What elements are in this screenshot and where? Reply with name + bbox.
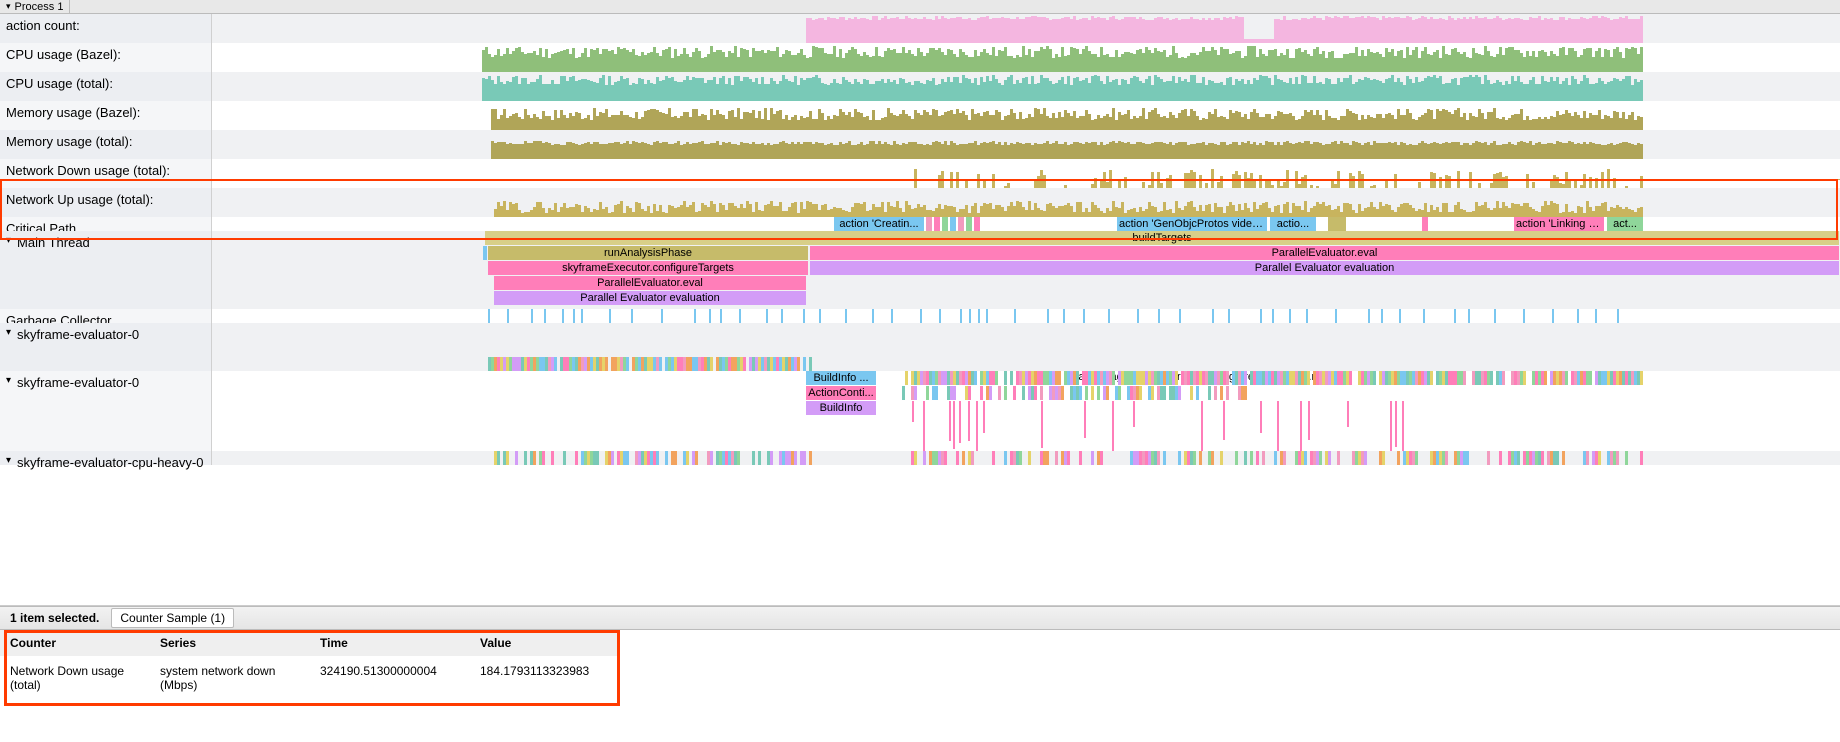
track-lane[interactable]: BuildInfo ... ActionConti... BuildInfo s… xyxy=(212,371,1840,451)
track-label: ▾ skyframe-evaluator-0 xyxy=(0,323,212,371)
critpath-seg[interactable]: actio... xyxy=(1270,217,1316,231)
critpath-seg[interactable]: action 'GenObjcProtos video/... xyxy=(1117,217,1267,231)
track-label: action count: xyxy=(0,14,212,43)
critpath-seg[interactable] xyxy=(926,217,932,231)
track-mem-total[interactable]: Memory usage (total): xyxy=(0,130,1840,159)
track-main-thread[interactable]: ▾ Main Thread buildTargets runAnalysisPh… xyxy=(0,231,1840,309)
detail-cell-series: system network down (Mbps) xyxy=(150,656,310,700)
critpath-seg[interactable] xyxy=(966,217,972,231)
chevron-down-icon[interactable]: ▾ xyxy=(6,327,11,338)
track-label: Memory usage (total): xyxy=(0,130,212,159)
detail-header-value[interactable]: Value xyxy=(470,630,620,656)
critpath-seg[interactable] xyxy=(942,217,948,231)
track-label: Network Down usage (total): xyxy=(0,159,212,188)
timeline-panel[interactable]: action count: CPU usage (Bazel): CPU usa… xyxy=(0,14,1840,606)
detail-header-time[interactable]: Time xyxy=(310,630,470,656)
track-lane[interactable] xyxy=(212,451,1840,465)
track-label: Network Up usage (total): xyxy=(0,188,212,217)
track-critical-path[interactable]: Critical Path action 'Creatin... action … xyxy=(0,217,1840,231)
track-lane[interactable] xyxy=(212,188,1840,217)
track-mem-bazel[interactable]: Memory usage (Bazel): xyxy=(0,101,1840,130)
sky-seg[interactable]: BuildInfo xyxy=(806,401,876,415)
main-seg-runanalysis[interactable]: runAnalysisPhase xyxy=(488,246,808,260)
track-sky0b[interactable]: ▾ skyframe-evaluator-0 BuildInfo ... Act… xyxy=(0,371,1840,451)
critpath-seg[interactable] xyxy=(934,217,940,231)
main-seg-pareval2[interactable]: ParallelEvaluator.eval xyxy=(494,276,806,290)
track-label: CPU usage (Bazel): xyxy=(0,43,212,72)
detail-cell-value: 184.1793113323983 xyxy=(470,656,620,700)
track-lane[interactable] xyxy=(212,323,1840,371)
track-gc[interactable]: Garbage Collector xyxy=(0,309,1840,323)
main-seg-skyconfigure[interactable]: skyframeExecutor.configureTargets xyxy=(488,261,808,275)
track-action-count[interactable]: action count: xyxy=(0,14,1840,43)
track-label: ▾ skyframe-evaluator-0 xyxy=(0,371,212,451)
detail-cell-time: 324190.51300000004 xyxy=(310,656,470,700)
critpath-seg[interactable] xyxy=(1328,217,1346,231)
track-net-down[interactable]: Network Down usage (total): xyxy=(0,159,1840,188)
selection-summary: 1 item selected. xyxy=(10,611,99,625)
detail-row[interactable]: Network Down usage (total) system networ… xyxy=(0,656,620,700)
main-seg-parevaleval2[interactable]: Parallel Evaluator evaluation xyxy=(494,291,806,305)
track-cpu-total[interactable]: CPU usage (total): xyxy=(0,72,1840,101)
main-seg-parevaleval[interactable]: Parallel Evaluator evaluation xyxy=(810,261,1839,275)
process-tab-label: Process 1 xyxy=(15,1,64,13)
detail-header-counter[interactable]: Counter xyxy=(0,630,150,656)
main-seg-pareval[interactable]: ParallelEvaluator.eval xyxy=(810,246,1839,260)
critpath-seg[interactable] xyxy=(958,217,964,231)
detail-panel: Counter Series Time Value Network Down u… xyxy=(0,630,1840,700)
track-lane[interactable] xyxy=(212,72,1840,101)
track-cpu-bazel[interactable]: CPU usage (Bazel): xyxy=(0,43,1840,72)
track-lane[interactable] xyxy=(212,309,1840,323)
critpath-seg[interactable]: action 'Linking go... xyxy=(1514,217,1604,231)
detail-cell-counter: Network Down usage (total) xyxy=(0,656,150,700)
track-lane[interactable] xyxy=(212,159,1840,188)
track-net-up[interactable]: Network Up usage (total): xyxy=(0,188,1840,217)
main-seg-buildtargets[interactable]: buildTargets xyxy=(485,231,1839,245)
chevron-down-icon[interactable]: ▾ xyxy=(6,375,11,386)
counter-sample-tab[interactable]: Counter Sample (1) xyxy=(111,608,234,628)
detail-table: Counter Series Time Value Network Down u… xyxy=(0,630,620,700)
critpath-seg[interactable]: action 'Creatin... xyxy=(834,217,924,231)
chevron-down-icon[interactable]: ▾ xyxy=(6,235,11,246)
track-label: ▾ Main Thread xyxy=(0,231,212,309)
critpath-seg[interactable] xyxy=(974,217,980,231)
critpath-seg[interactable] xyxy=(1422,217,1428,231)
critpath-seg[interactable] xyxy=(950,217,956,231)
selection-bar: 1 item selected. Counter Sample (1) xyxy=(0,606,1840,630)
track-lane[interactable] xyxy=(212,130,1840,159)
critpath-seg[interactable]: act... xyxy=(1607,217,1643,231)
track-sky-cpu[interactable]: ▾ skyframe-evaluator-cpu-heavy-0 xyxy=(0,451,1840,465)
chevron-down-icon[interactable]: ▾ xyxy=(6,455,11,466)
process-tab[interactable]: ▾ Process 1 xyxy=(0,0,70,13)
detail-header-series[interactable]: Series xyxy=(150,630,310,656)
process-tabbar[interactable]: ▾ Process 1 xyxy=(0,0,1840,14)
track-lane[interactable]: buildTargets runAnalysisPhase ParallelEv… xyxy=(212,231,1840,309)
track-lane[interactable] xyxy=(212,43,1840,72)
track-label: Memory usage (Bazel): xyxy=(0,101,212,130)
track-lane[interactable]: action 'Creatin... action 'GenObjcProtos… xyxy=(212,217,1840,231)
track-sky0a[interactable]: ▾ skyframe-evaluator-0 xyxy=(0,323,1840,371)
track-lane[interactable] xyxy=(212,101,1840,130)
chevron-down-icon: ▾ xyxy=(6,1,11,12)
track-label: Critical Path xyxy=(0,217,212,231)
track-label: Garbage Collector xyxy=(0,309,212,323)
track-label: CPU usage (total): xyxy=(0,72,212,101)
track-lane[interactable] xyxy=(212,14,1840,43)
main-seg[interactable] xyxy=(483,246,487,260)
track-label: ▾ skyframe-evaluator-cpu-heavy-0 xyxy=(0,451,212,465)
